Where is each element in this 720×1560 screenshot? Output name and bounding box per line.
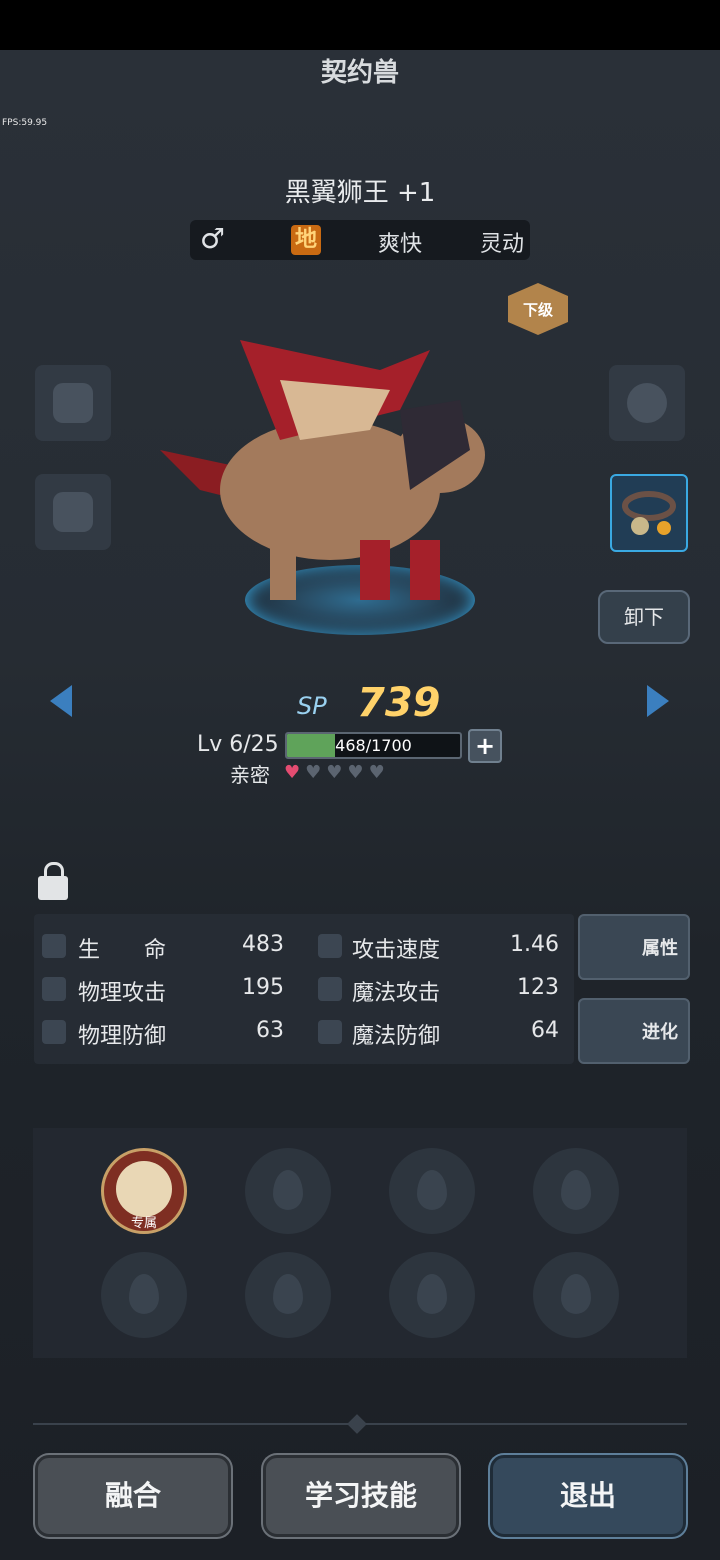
- sp-label: SP: [297, 692, 327, 720]
- ring-icon: [627, 383, 667, 423]
- hp-value: 483: [242, 932, 284, 957]
- skill-slot[interactable]: [533, 1252, 619, 1338]
- skill-empty-icon: [273, 1170, 303, 1210]
- special-label: 专属: [130, 1216, 157, 1231]
- attributes-button[interactable]: 属性: [578, 914, 690, 980]
- shield-icon: [42, 1020, 66, 1044]
- skill-slot[interactable]: [533, 1148, 619, 1234]
- atk-speed-label: 攻击速度: [352, 938, 441, 963]
- heart-icon: [42, 934, 66, 958]
- next-pet-button[interactable]: [647, 685, 669, 717]
- magic-def-label: 魔法防御: [352, 1024, 441, 1049]
- heart-icon: ♥: [305, 762, 327, 783]
- phys-def-label: 物理防御: [78, 1024, 167, 1049]
- equip-slot-ring[interactable]: [609, 365, 685, 441]
- heart-icon: ♥: [368, 762, 390, 783]
- atk-speed-value: 1.46: [510, 932, 559, 957]
- intimacy-hearts: ♥♥♥♥♥: [284, 762, 390, 783]
- trait-1: 爽快: [378, 232, 423, 257]
- equip-slot-armor[interactable]: [35, 474, 111, 550]
- prev-pet-button[interactable]: [50, 685, 72, 717]
- page-title: 契约兽: [320, 58, 399, 88]
- magic-atk-label: 魔法攻击: [352, 981, 441, 1006]
- skill-slot[interactable]: [101, 1252, 187, 1338]
- armor-icon: [53, 492, 93, 532]
- add-xp-button[interactable]: +: [468, 729, 502, 763]
- magic-shield-icon: [318, 1020, 342, 1044]
- xp-text: 468/1700: [335, 736, 412, 755]
- intimacy-label: 亲密: [230, 763, 270, 787]
- unequip-button[interactable]: 卸下: [598, 590, 690, 644]
- sp-value: 739: [357, 680, 441, 726]
- attributes-label: 属性: [642, 938, 678, 959]
- skills-panel: 专属: [33, 1128, 687, 1358]
- status-bar: [0, 0, 720, 50]
- skill-slot[interactable]: [389, 1252, 475, 1338]
- collar-icon: [622, 491, 676, 535]
- skill-slot[interactable]: [245, 1148, 331, 1234]
- evolve-label: 进化: [642, 1022, 678, 1043]
- skill-empty-icon: [561, 1274, 591, 1314]
- sword-icon: [42, 977, 66, 1001]
- exit-button[interactable]: 退出: [490, 1455, 686, 1537]
- skill-slot[interactable]: [245, 1252, 331, 1338]
- phys-atk-label: 物理攻击: [78, 981, 167, 1006]
- heart-icon: ♥: [326, 762, 348, 783]
- element-badge: 地: [291, 225, 321, 255]
- skill-empty-icon: [561, 1170, 591, 1210]
- gender-icon: ♂: [200, 222, 226, 255]
- skill-slot[interactable]: [389, 1148, 475, 1234]
- phys-def-value: 63: [256, 1018, 284, 1043]
- pet-name: 黑翼狮王 +1: [284, 178, 436, 208]
- magic-atk-value: 123: [517, 975, 559, 1000]
- stats-panel: 生 命 483 攻击速度 1.46 物理攻击 195 魔法攻击 123 物理防御…: [34, 914, 574, 1064]
- trait-2: 灵动: [480, 232, 525, 257]
- skill-empty-icon: [417, 1274, 447, 1314]
- pet-sprite: [160, 340, 485, 600]
- lock-icon[interactable]: [38, 862, 68, 900]
- fuse-button[interactable]: 融合: [35, 1455, 231, 1537]
- evolve-button[interactable]: 进化: [578, 998, 690, 1064]
- learn-skill-button[interactable]: 学习技能: [263, 1455, 459, 1537]
- hp-label: 生 命: [78, 938, 167, 963]
- skill-empty-icon: [417, 1170, 447, 1210]
- ear-icon: [53, 383, 93, 423]
- claw-icon: [116, 1161, 172, 1217]
- trait-bar: [190, 220, 530, 260]
- xp-bar: 468/1700: [285, 732, 462, 759]
- skill-empty-icon: [129, 1274, 159, 1314]
- wand-icon: [318, 977, 342, 1001]
- equip-slot-collar[interactable]: [610, 474, 688, 552]
- phys-atk-value: 195: [242, 975, 284, 1000]
- level-text: Lv 6/25: [197, 732, 279, 757]
- fps-counter: FPS:59.95: [2, 118, 48, 128]
- heart-icon: ♥: [284, 762, 306, 783]
- skill-empty-icon: [273, 1274, 303, 1314]
- heart-icon: ♥: [347, 762, 369, 783]
- speed-icon: [318, 934, 342, 958]
- magic-def-value: 64: [531, 1018, 559, 1043]
- grade-label: 下级: [522, 301, 553, 319]
- equip-slot-ear[interactable]: [35, 365, 111, 441]
- skill-slot-special[interactable]: 专属: [101, 1148, 187, 1234]
